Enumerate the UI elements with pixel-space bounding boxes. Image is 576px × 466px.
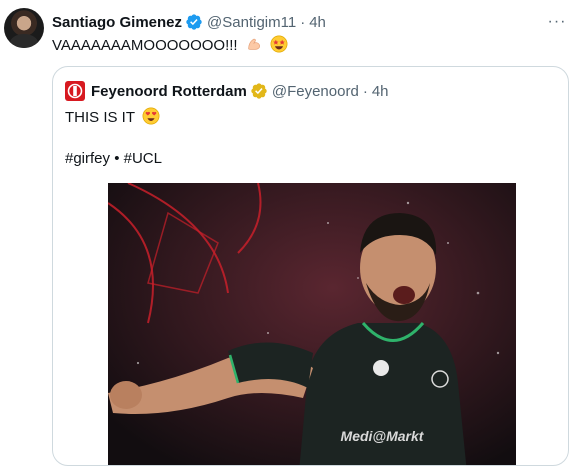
quoted-tweet[interactable]: Feyenoord Rotterdam @Feyenoord · 4h THIS…: [52, 66, 569, 466]
svg-text:Medi@Markt: Medi@Markt: [341, 428, 425, 444]
more-options-icon[interactable]: ···: [546, 12, 568, 32]
author-handle[interactable]: @Santigim11: [207, 14, 296, 31]
feyenoord-logo-icon[interactable]: [65, 81, 85, 101]
quoted-text-content: THIS IS IT: [65, 109, 135, 126]
gold-verified-badge-icon: [251, 83, 267, 99]
tweet-text: VAAAAAAAMOOOOOOO!!!: [52, 35, 288, 56]
verified-badge-icon: [186, 14, 202, 30]
tweet-text-content: VAAAAAAAMOOOOOOO!!!: [52, 37, 238, 54]
quoted-timestamp[interactable]: 4h: [372, 83, 389, 100]
tweet-timestamp[interactable]: 4h: [309, 14, 326, 31]
quoted-header: Feyenoord Rotterdam @Feyenoord · 4h: [65, 81, 389, 101]
quoted-author-handle[interactable]: @Feyenoord: [272, 83, 359, 100]
quoted-hashtags[interactable]: #girfey • #UCL: [65, 149, 162, 169]
author-name[interactable]: Santiago Gimenez: [52, 14, 182, 31]
quoted-text-line1: THIS IS IT: [65, 107, 160, 128]
heart-eyes-emoji-icon: [142, 107, 160, 125]
player-photo-illustration: Medi@Markt: [108, 183, 516, 465]
tweet[interactable]: Santiago Gimenez @Santigim11 · 4h ··· VA…: [0, 0, 576, 466]
quoted-author-name[interactable]: Feyenoord Rotterdam: [91, 83, 247, 100]
flexed-biceps-emoji-icon: [248, 38, 260, 50]
celebrating-player-photo[interactable]: Medi@Markt: [108, 183, 516, 465]
tweet-header: Santiago Gimenez @Santigim11 · 4h: [52, 12, 326, 32]
author-avatar[interactable]: [4, 8, 44, 48]
separator-dot: ·: [300, 13, 306, 31]
star-struck-emoji-icon: [270, 35, 288, 53]
quoted-separator-dot: ·: [362, 82, 368, 100]
